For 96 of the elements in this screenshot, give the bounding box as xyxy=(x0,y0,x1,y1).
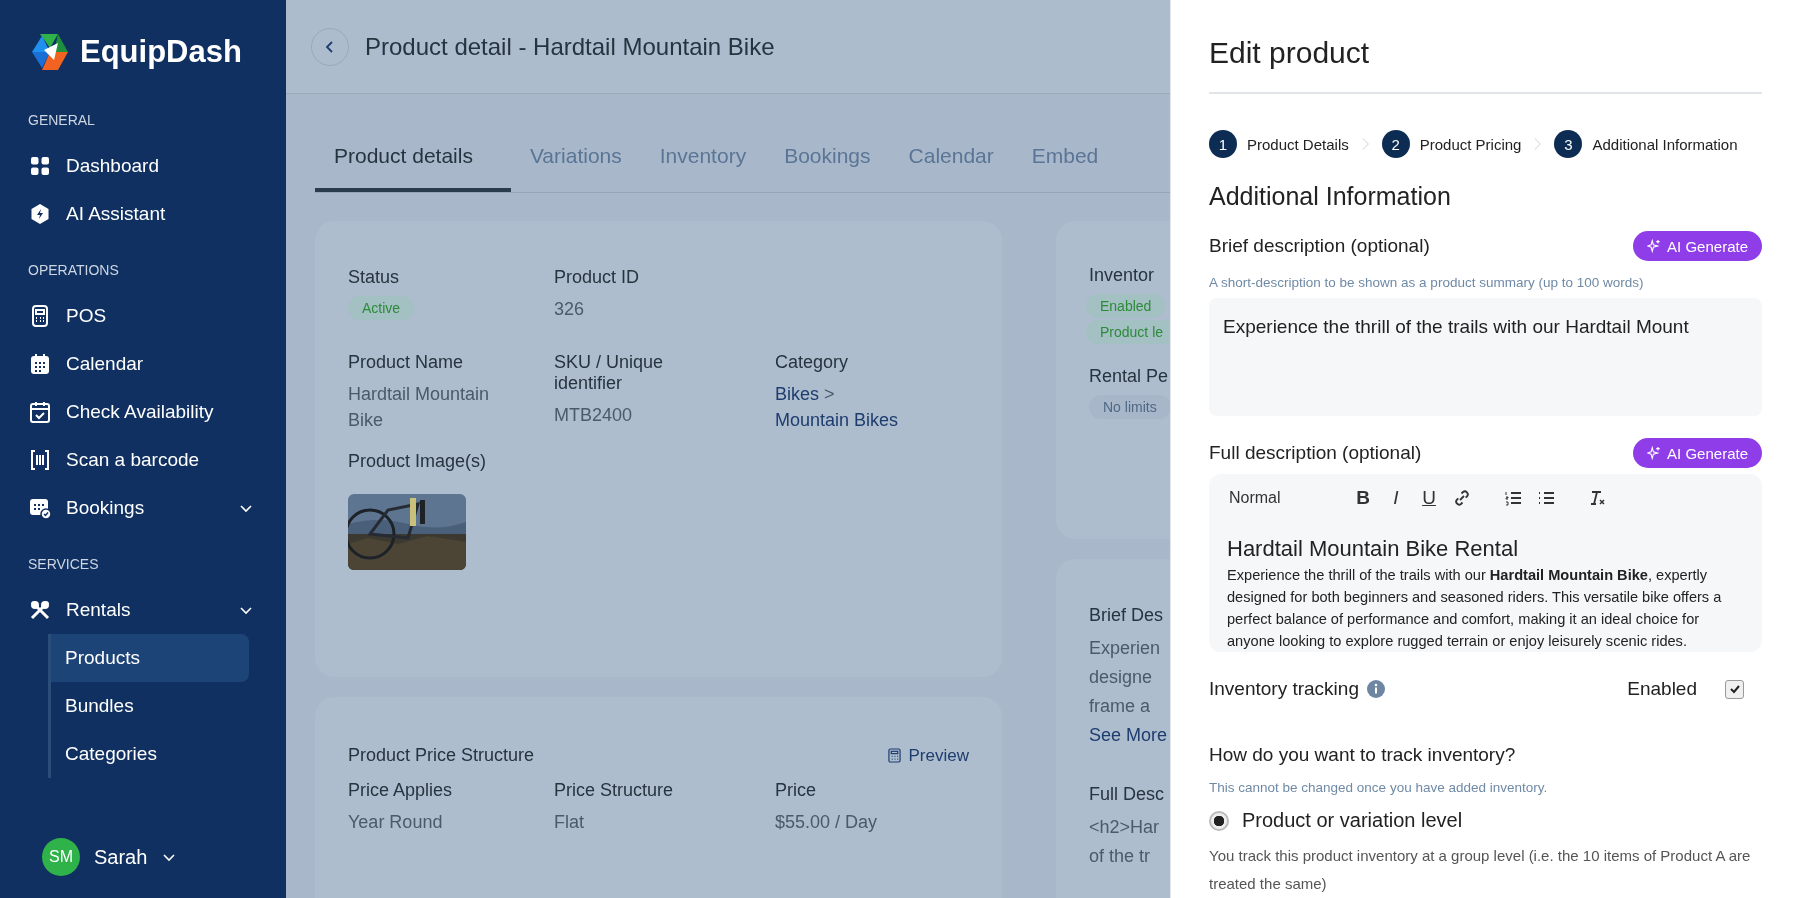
ai-generate-button[interactable]: AI Generate xyxy=(1633,231,1762,261)
link-icon[interactable] xyxy=(1453,489,1471,507)
field-label: Brief Des xyxy=(1089,605,1165,626)
field-value: MTB2400 xyxy=(554,404,634,427)
nav-item[interactable]: Dashboard xyxy=(28,142,254,190)
field-label: Brief description (optional) xyxy=(1209,235,1430,257)
editor-heading: Hardtail Mountain Bike Rental xyxy=(1227,536,1520,562)
status-badge: Product le xyxy=(1086,320,1170,344)
nav-item[interactable]: Scan a barcode xyxy=(28,436,254,484)
field-label: Price Applies xyxy=(348,780,454,801)
info-icon[interactable] xyxy=(1366,680,1385,698)
rich-text-editor[interactable] xyxy=(1209,474,1762,652)
description-line: <h2>Har xyxy=(1089,816,1160,839)
field-label: SKU / Unique identifier xyxy=(554,352,665,394)
description-line: frame a xyxy=(1089,695,1151,718)
section-title: Additional Information xyxy=(1209,182,1452,211)
field-hint: This cannot be changed once you have added inventory. xyxy=(1209,780,1549,795)
field-label: Category xyxy=(775,352,850,373)
field-value: 326 xyxy=(554,298,586,321)
clear-format-icon[interactable] xyxy=(1588,489,1606,507)
option-description: You track this product inventory at a group level (i.e. the 10 items of Product A are treated the same) xyxy=(1209,846,1752,894)
question-title: How do you want to track inventory? xyxy=(1209,744,1517,766)
chevron-right-icon xyxy=(1360,136,1370,152)
page-title: Product detail - Hardtail Mountain Bike xyxy=(365,32,775,61)
nav-item[interactable]: Rentals xyxy=(28,586,254,634)
description-line: of the tr xyxy=(1089,845,1151,868)
bold-button[interactable]: B xyxy=(1354,487,1372,509)
field-label: Price xyxy=(775,780,817,801)
section-heading: OPERATIONS xyxy=(28,262,120,278)
step-label[interactable]: Product Details xyxy=(1247,135,1349,153)
nav-sub-item[interactable]: Products xyxy=(51,634,249,682)
section-heading: GENERAL xyxy=(28,112,96,128)
nav-item[interactable]: AI Assistant xyxy=(28,190,254,238)
toggle-label: Enabled xyxy=(1627,678,1697,700)
field-value: Flat xyxy=(554,811,585,834)
nav-item[interactable]: Bookings xyxy=(28,484,254,532)
format-dropdown[interactable]: Normal xyxy=(1229,489,1339,507)
calculator-icon xyxy=(887,748,901,763)
see-more-link[interactable]: See More xyxy=(1089,721,1168,750)
field-value: $55.00 / Day xyxy=(775,811,879,834)
nav-sub-item[interactable]: Categories xyxy=(51,730,249,778)
status-badge: Active xyxy=(348,296,415,320)
field-label: Full description (optional) xyxy=(1209,442,1422,464)
nav-item[interactable]: POS xyxy=(28,292,254,340)
editor-paragraph: Experience the thrill of the trails with our Hardtail Mountain Bike, expertly designed for both beginners and seasoned riders. This versatile bike offers a perfect balance of performance and comfort, making it an ideal choice for anyone looking to explore rugged terrain or enjoy leisurely scenic rides. xyxy=(1227,566,1723,651)
field-value: Year Round xyxy=(348,811,444,834)
field-label: Full Desc xyxy=(1089,784,1165,805)
step-number: 1 xyxy=(1209,130,1237,158)
scan-icon xyxy=(28,448,52,472)
category-link[interactable]: Mountain Bikes xyxy=(775,410,899,430)
sparkle-icon xyxy=(1647,239,1662,253)
italic-button[interactable]: I xyxy=(1387,487,1405,509)
nav-item[interactable]: Calendar xyxy=(28,340,254,388)
badge: No limits xyxy=(1089,395,1170,419)
checkbox[interactable] xyxy=(1725,679,1744,699)
field-label: Product Image(s) xyxy=(348,451,488,472)
nav-sub-item[interactable]: Bundles xyxy=(51,682,249,730)
status-badge: Enabled xyxy=(1086,294,1166,318)
numbered-list-icon[interactable] xyxy=(1504,489,1522,507)
tab[interactable]: Product details xyxy=(315,124,511,192)
ai-generate-button[interactable]: AI Generate xyxy=(1633,438,1762,468)
field-label: Inventor xyxy=(1089,265,1156,286)
field-label: Product ID xyxy=(554,267,641,288)
brief-description-field[interactable]: Experience the thrill of the trails with our Hardtail Mount xyxy=(1209,298,1762,416)
bullet-list-icon[interactable] xyxy=(1537,489,1555,507)
step-number: 3 xyxy=(1554,130,1583,158)
dashboard-icon xyxy=(28,154,52,178)
chevron-right-icon xyxy=(1533,136,1543,152)
step-number: 2 xyxy=(1381,130,1410,158)
description-line: designe xyxy=(1089,666,1153,689)
category-link[interactable]: Bikes xyxy=(775,384,819,404)
sparkle-icon xyxy=(1647,446,1662,460)
check-icon xyxy=(28,400,52,424)
separator: > xyxy=(824,384,835,404)
card-title: Product Price Structure xyxy=(348,745,535,766)
logo-text: EquipDash xyxy=(80,34,242,70)
field-label: Inventory tracking xyxy=(1209,678,1359,700)
field-label: Status xyxy=(348,267,401,288)
calendar-icon xyxy=(28,352,52,376)
field-hint: A short-description to be shown as a product summary (up to 100 words) xyxy=(1209,275,1645,290)
user-name[interactable]: Sarah xyxy=(94,845,148,869)
option-label[interactable]: Product or variation level xyxy=(1242,809,1463,832)
description-line: Experien xyxy=(1089,637,1161,660)
field-label: Product Name xyxy=(348,352,465,373)
field-label: Rental Pe xyxy=(1089,366,1170,387)
underline-button[interactable]: U xyxy=(1420,487,1438,509)
step-label[interactable]: Additional Information xyxy=(1592,135,1738,153)
field-value: Hardtail Mountain Bike xyxy=(348,383,491,432)
nav-item[interactable]: Check Availability xyxy=(28,388,254,436)
drawer-title: Edit product xyxy=(1209,36,1762,94)
section-heading: SERVICES xyxy=(28,556,100,572)
bookings-icon xyxy=(28,496,52,520)
preview-link[interactable]: Preview xyxy=(887,745,969,766)
radio-button[interactable] xyxy=(1209,810,1229,831)
step-label[interactable]: Product Pricing xyxy=(1419,135,1522,153)
field-label: Price Structure xyxy=(554,780,675,801)
